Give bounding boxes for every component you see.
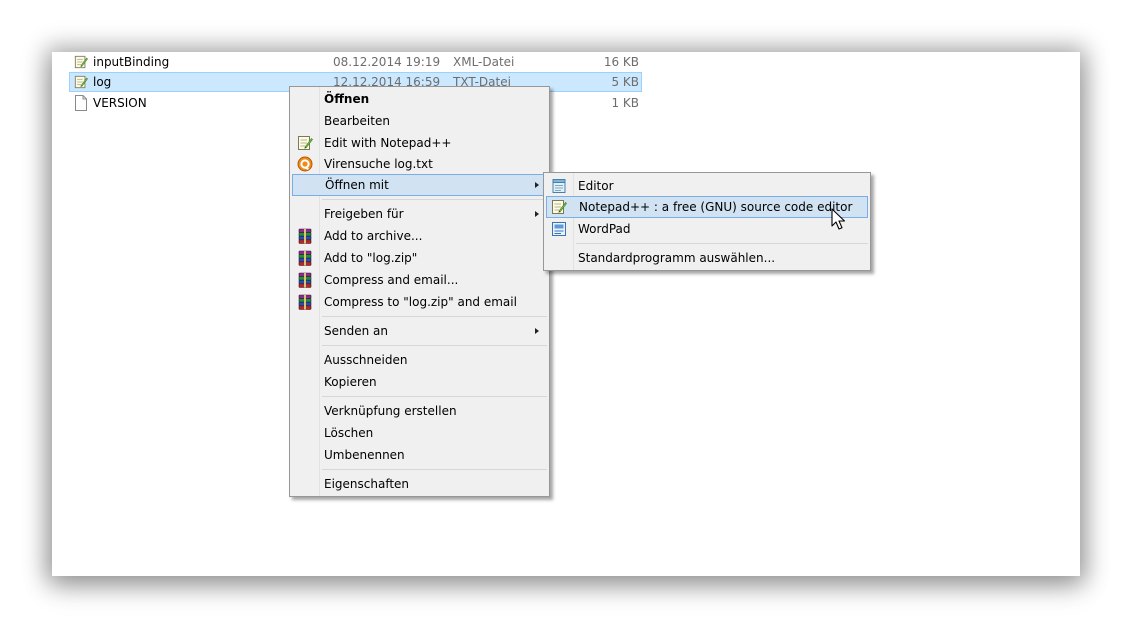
menu-item-label: Umbenennen: [324, 448, 405, 462]
menu-item-virus-scan[interactable]: Virensuche log.txt: [292, 153, 547, 175]
submenu-item-notepadpp[interactable]: Notepad++ : a free (GNU) source code edi…: [546, 196, 868, 218]
menu-item-label: Ausschneiden: [324, 353, 408, 367]
menu-item-copy[interactable]: Kopieren: [292, 371, 547, 393]
notepadpp-icon: [297, 135, 313, 151]
menu-item-label: Compress to "log.zip" and email: [324, 295, 517, 309]
file-size: 16 KB: [603, 55, 639, 69]
menu-item-label: Editor: [578, 179, 614, 193]
menu-item-label: Kopieren: [324, 375, 377, 389]
antivirus-icon: [297, 156, 313, 172]
menu-item-send-to[interactable]: Senden an: [292, 320, 547, 342]
menu-separator: [322, 345, 547, 346]
file-name: log: [93, 75, 112, 89]
file-row-inputbinding[interactable]: inputBinding 08.12.2014 19:19 XML-Datei …: [69, 52, 642, 72]
menu-item-label: Eigenschaften: [324, 477, 410, 491]
menu-item-label: Edit with Notepad++: [324, 136, 452, 150]
menu-item-label: Öffnen: [324, 92, 370, 106]
file-size: 1 KB: [611, 96, 639, 110]
menu-item-rename[interactable]: Umbenennen: [292, 444, 547, 466]
menu-item-properties[interactable]: Eigenschaften: [292, 473, 547, 495]
menu-item-compress-email[interactable]: Compress and email...: [292, 269, 547, 291]
submenu-arrow-icon: [535, 328, 539, 334]
submenu-arrow-icon: [535, 211, 539, 217]
menu-item-compress-zip-email[interactable]: Compress to "log.zip" and email: [292, 291, 547, 313]
file-name: VERSION: [93, 96, 147, 110]
menu-item-cut[interactable]: Ausschneiden: [292, 349, 547, 371]
menu-item-label: Löschen: [324, 426, 374, 440]
menu-item-label: WordPad: [578, 222, 631, 236]
menu-item-edit[interactable]: Bearbeiten: [292, 110, 547, 132]
file-name: inputBinding: [93, 55, 170, 69]
wordpad-icon: [552, 222, 566, 236]
menu-item-add-to-archive[interactable]: Add to archive...: [292, 225, 547, 247]
menu-item-edit-with-notepadpp[interactable]: Edit with Notepad++: [292, 132, 547, 154]
menu-separator: [576, 243, 868, 244]
context-menu: Öffnen Bearbeiten Edit with Notepad++ Vi…: [289, 86, 550, 497]
menu-item-label: Notepad++ : a free (GNU) source code edi…: [579, 200, 853, 214]
menu-item-delete[interactable]: Löschen: [292, 422, 547, 444]
menu-item-label: Öffnen mit: [325, 178, 389, 192]
winrar-icon: [297, 228, 313, 244]
menu-separator: [322, 469, 547, 470]
notepadpp-icon: [551, 199, 567, 215]
notepadpp-file-icon: [74, 54, 88, 70]
open-with-submenu: Editor Notepad++ : a free (GNU) source c…: [543, 172, 871, 271]
menu-item-label: Senden an: [324, 324, 388, 338]
file-size: 5 KB: [611, 75, 639, 89]
blank-file-icon: [75, 95, 87, 111]
menu-item-label: Virensuche log.txt: [324, 157, 433, 171]
menu-item-label: Standardprogramm auswählen...: [578, 251, 776, 265]
file-type: XML-Datei: [453, 55, 515, 69]
menu-separator: [322, 396, 547, 397]
submenu-item-choose-default[interactable]: Standardprogramm auswählen...: [546, 247, 868, 269]
menu-item-label: Compress and email...: [324, 273, 459, 287]
menu-item-label: Bearbeiten: [324, 114, 390, 128]
notepadpp-file-icon: [74, 74, 88, 90]
winrar-icon: [297, 250, 313, 266]
winrar-icon: [297, 272, 313, 288]
menu-item-open[interactable]: Öffnen: [292, 88, 547, 110]
mouse-cursor-icon: [831, 208, 846, 230]
submenu-item-editor[interactable]: Editor: [546, 175, 868, 197]
submenu-arrow-icon: [535, 182, 539, 188]
menu-separator: [322, 199, 547, 200]
menu-item-label: Add to "log.zip": [324, 251, 418, 265]
notepad-icon: [552, 179, 566, 193]
menu-item-share-with[interactable]: Freigeben für: [292, 203, 547, 225]
winrar-icon: [297, 294, 313, 310]
menu-separator: [322, 316, 547, 317]
menu-item-label: Freigeben für: [324, 207, 404, 221]
menu-item-create-shortcut[interactable]: Verknüpfung erstellen: [292, 400, 547, 422]
submenu-item-wordpad[interactable]: WordPad: [546, 218, 868, 240]
file-date: 08.12.2014 19:19: [333, 55, 441, 69]
menu-item-label: Add to archive...: [324, 229, 423, 243]
menu-item-open-with[interactable]: Öffnen mit: [292, 174, 547, 196]
menu-item-add-to-zip[interactable]: Add to "log.zip": [292, 247, 547, 269]
menu-item-label: Verknüpfung erstellen: [324, 404, 457, 418]
explorer-window: inputBinding 08.12.2014 19:19 XML-Datei …: [52, 52, 1080, 576]
